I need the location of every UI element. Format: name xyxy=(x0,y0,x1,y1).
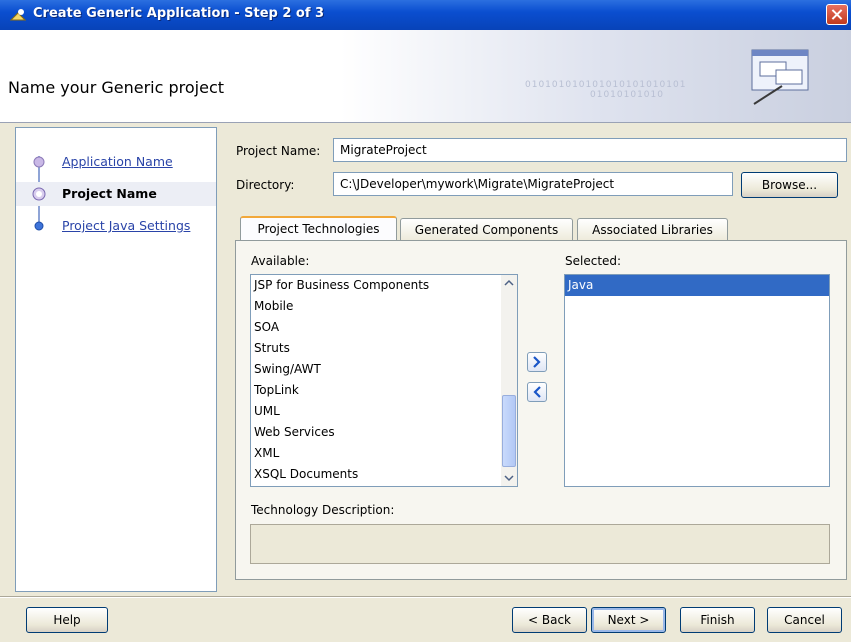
tab-generated-components[interactable]: Generated Components xyxy=(400,218,573,242)
list-item[interactable]: JSP for Business Components xyxy=(251,275,517,296)
list-item[interactable]: Web Services xyxy=(251,422,517,443)
scroll-thumb[interactable] xyxy=(502,395,516,467)
footer-separator xyxy=(0,596,851,598)
list-item[interactable]: Swing/AWT xyxy=(251,359,517,380)
list-item[interactable]: SOA xyxy=(251,317,517,338)
wizard-graphic-icon xyxy=(751,49,809,105)
application-icon xyxy=(10,9,26,21)
window-title: Create Generic Application - Step 2 of 3 xyxy=(33,6,325,21)
browse-button[interactable]: Browse... xyxy=(741,172,838,198)
title-bar[interactable]: Create Generic Application - Step 2 of 3 xyxy=(0,0,851,30)
list-item[interactable]: TopLink xyxy=(251,380,517,401)
wizard-header: Name your Generic project 01010101010101… xyxy=(0,30,851,123)
step-project-name[interactable]: Project Name xyxy=(16,182,216,206)
list-item[interactable]: XML xyxy=(251,443,517,464)
header-decoration-binary: 010101010101010101010101 xyxy=(525,80,687,90)
help-button[interactable]: Help xyxy=(26,607,108,633)
finish-button[interactable]: Finish xyxy=(680,607,755,633)
list-item[interactable]: Struts xyxy=(251,338,517,359)
dialog-window: Create Generic Application - Step 2 of 3… xyxy=(0,0,851,642)
step-label: Project Name xyxy=(62,186,157,201)
project-name-input[interactable]: MigrateProject xyxy=(333,138,847,162)
page-title: Name your Generic project xyxy=(8,78,225,97)
step-pending-icon xyxy=(34,221,44,231)
list-item[interactable]: Mobile xyxy=(251,296,517,317)
header-decoration-binary-2: 01010101010 xyxy=(590,90,664,100)
technology-description-label: Technology Description: xyxy=(251,503,395,517)
step-project-java-settings[interactable]: Project Java Settings xyxy=(16,214,216,238)
next-button[interactable]: Next > xyxy=(591,607,666,633)
technology-description-box xyxy=(250,524,830,564)
available-items: JSP for Business Components Mobile SOA S… xyxy=(251,275,517,485)
available-list[interactable]: JSP for Business Components Mobile SOA S… xyxy=(250,274,518,487)
step-label[interactable]: Application Name xyxy=(62,154,173,169)
step-done-icon xyxy=(33,156,45,168)
list-item[interactable]: XSQL Documents xyxy=(251,464,517,485)
step-application-name[interactable]: Application Name xyxy=(16,150,216,174)
wizard-steps-panel: Application Name Project Name Project Ja… xyxy=(15,127,217,592)
step-current-icon xyxy=(32,187,46,201)
scroll-down-icon[interactable] xyxy=(501,470,517,486)
selected-label: Selected: xyxy=(565,254,622,268)
add-technology-button[interactable] xyxy=(527,352,547,372)
list-item[interactable]: UML xyxy=(251,401,517,422)
back-button[interactable]: < Back xyxy=(512,607,587,633)
close-button[interactable] xyxy=(826,4,848,25)
tab-associated-libraries[interactable]: Associated Libraries xyxy=(577,218,728,242)
directory-label: Directory: xyxy=(236,178,295,192)
project-name-label: Project Name: xyxy=(236,144,321,158)
scroll-up-icon[interactable] xyxy=(501,275,517,291)
chevron-left-icon xyxy=(533,386,541,398)
remove-technology-button[interactable] xyxy=(527,382,547,402)
available-scrollbar[interactable] xyxy=(501,275,517,486)
selected-list[interactable]: Java xyxy=(564,274,830,487)
directory-input[interactable]: C:\JDeveloper\mywork\Migrate\MigrateProj… xyxy=(333,172,733,196)
cancel-button[interactable]: Cancel xyxy=(767,607,842,633)
available-label: Available: xyxy=(251,254,310,268)
step-label[interactable]: Project Java Settings xyxy=(62,218,190,233)
list-item[interactable]: Java xyxy=(565,275,829,296)
tab-project-technologies[interactable]: Project Technologies xyxy=(240,216,397,242)
chevron-right-icon xyxy=(533,356,541,368)
